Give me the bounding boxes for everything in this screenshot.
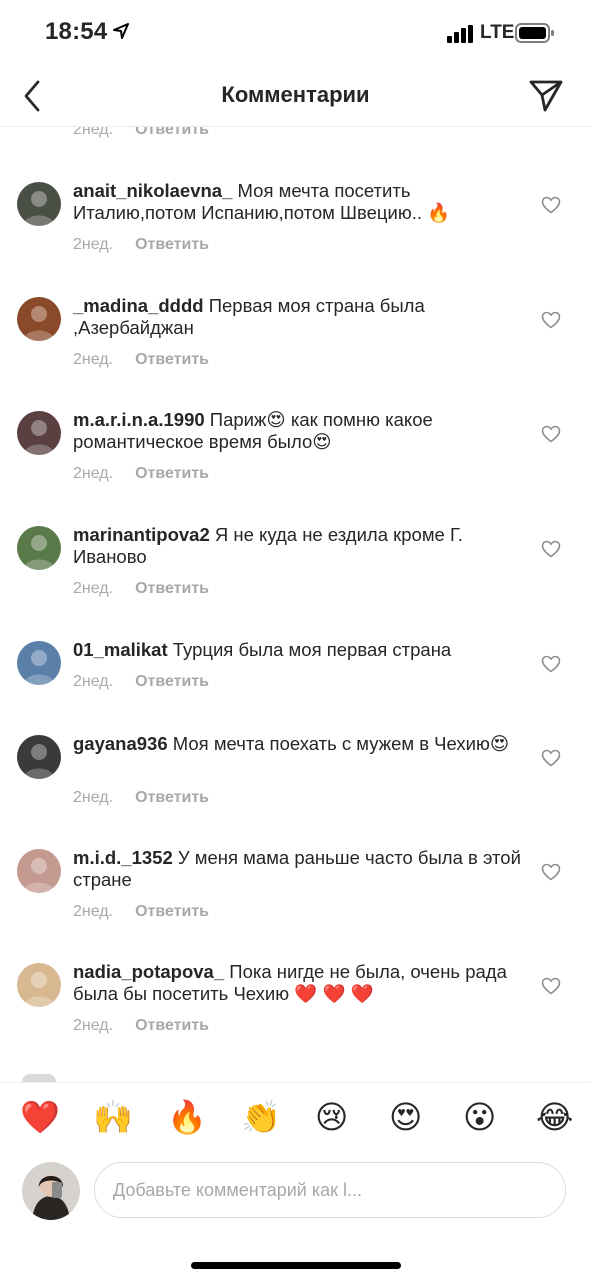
comment-text-part: 😍 bbox=[266, 409, 286, 430]
reply-button[interactable]: Ответить bbox=[135, 465, 209, 482]
comment-username[interactable]: m.i.d._1352 bbox=[73, 847, 173, 868]
my-avatar bbox=[22, 1162, 80, 1220]
comment-username[interactable]: nadia_potapova_ bbox=[73, 961, 224, 982]
avatar[interactable] bbox=[17, 297, 61, 341]
comment-meta: 2нед. Ответить bbox=[73, 673, 209, 691]
reaction-heart-eyes[interactable]: 😍 bbox=[389, 1099, 422, 1135]
avatar[interactable] bbox=[17, 411, 61, 455]
avatar[interactable] bbox=[17, 849, 61, 893]
comment-text: m.i.d._1352 У меня мама раньше часто был… bbox=[73, 847, 528, 891]
page-title: Комментарии bbox=[221, 82, 370, 107]
comment-text-part: Турция была моя первая страна bbox=[172, 639, 452, 660]
like-heart-icon[interactable] bbox=[541, 311, 561, 329]
comment-meta: 2нед. Ответить bbox=[73, 351, 209, 369]
comment-text: nadia_potapova_ Пока нигде не была, очен… bbox=[73, 961, 528, 1005]
comment-input[interactable]: Добавьте комментарий как l... bbox=[94, 1162, 566, 1218]
reaction-surprised[interactable]: 😮 bbox=[463, 1099, 496, 1135]
reply-button[interactable]: Ответить bbox=[135, 236, 209, 253]
quick-reactions-bar: ❤️ 🙌 🔥 👏 😢 😍 😮 😂 bbox=[0, 1082, 591, 1157]
comment-time: 2нед. bbox=[73, 351, 114, 368]
reaction-raising-hands[interactable]: 🙌 bbox=[93, 1099, 133, 1135]
reply-button[interactable]: Ответить bbox=[135, 789, 209, 806]
battery-icon bbox=[515, 23, 554, 43]
comment-text-part: 😍 bbox=[489, 733, 510, 754]
comment-time: 2нед. bbox=[73, 127, 114, 138]
comment-meta: 2нед. Ответить bbox=[73, 789, 209, 807]
comment-meta: 2нед. Ответить bbox=[73, 580, 209, 598]
avatar[interactable] bbox=[17, 526, 61, 570]
comment-meta: 2нед. Ответить bbox=[73, 236, 209, 254]
comment-meta: 2нед. Ответить bbox=[73, 465, 209, 483]
comment-time: 2нед. bbox=[73, 465, 114, 482]
avatar[interactable] bbox=[17, 182, 61, 226]
comment-input-placeholder: Добавьте комментарий как l... bbox=[113, 1180, 363, 1200]
avatar[interactable] bbox=[17, 735, 61, 779]
comment-text-part: Париж bbox=[209, 409, 267, 430]
comment-text-part: ❤️ bbox=[294, 983, 318, 1004]
like-heart-icon[interactable] bbox=[541, 749, 561, 767]
comment-text-part: ❤️ bbox=[322, 983, 346, 1004]
comment-text-part: Моя мечта поехать с мужем в Чехию bbox=[172, 733, 490, 754]
like-heart-icon[interactable] bbox=[541, 196, 561, 214]
avatar[interactable] bbox=[17, 641, 61, 685]
reaction-cry[interactable]: 😢 bbox=[315, 1099, 348, 1135]
reply-button[interactable]: Ответить bbox=[135, 673, 209, 690]
comment-text: _madina_dddd Первая моя страна была ,Азе… bbox=[73, 295, 528, 339]
like-heart-icon[interactable] bbox=[541, 425, 561, 443]
comment-time: 2нед. bbox=[73, 580, 114, 597]
reaction-laugh[interactable]: 😂 bbox=[536, 1099, 573, 1135]
comment-text: marinantipova2 Я не куда не ездила кроме… bbox=[73, 524, 528, 568]
nav-bar: Комментарии bbox=[0, 66, 591, 126]
avatar bbox=[22, 1074, 56, 1082]
reply-button[interactable]: Ответить bbox=[135, 1017, 209, 1034]
comment-username[interactable]: 01_malikat bbox=[73, 639, 168, 660]
comment-text: m.a.r.i.n.a.1990 Париж😍 как помню какое … bbox=[73, 409, 528, 453]
comment-text: anait_nikolaevna_ Моя мечта посетить Ита… bbox=[73, 180, 528, 224]
comment-text-part: 🔥 bbox=[427, 202, 451, 223]
comment-meta: 2нед. Ответить bbox=[73, 127, 209, 139]
comments-list[interactable]: 2нед. Ответить anait_nikolaevna_ Моя мечт… bbox=[0, 127, 591, 1080]
comment-username[interactable]: _madina_dddd bbox=[73, 295, 204, 316]
like-heart-icon[interactable] bbox=[541, 977, 561, 995]
comment-time: 2нед. bbox=[73, 789, 114, 806]
signal-icon bbox=[447, 25, 473, 43]
comment-text: gayana936 Моя мечта поехать с мужем в Че… bbox=[73, 733, 528, 755]
comment-time: 2нед. bbox=[73, 903, 114, 920]
comment-time: 2нед. bbox=[73, 1017, 114, 1034]
comment-meta: 2нед. Ответить bbox=[73, 1017, 209, 1035]
reaction-fire[interactable]: 🔥 bbox=[167, 1099, 207, 1135]
like-heart-icon[interactable] bbox=[541, 655, 561, 673]
comment-text: 01_malikat Турция была моя первая страна bbox=[73, 639, 528, 661]
comment-meta: 2нед. Ответить bbox=[73, 903, 209, 921]
status-bar: 18:54 LTE bbox=[0, 0, 591, 66]
comment-time: 2нед. bbox=[73, 236, 114, 253]
reaction-clap[interactable]: 👏 bbox=[241, 1099, 281, 1135]
comment-username[interactable]: gayana936 bbox=[73, 733, 168, 754]
comment-time: 2нед. bbox=[73, 673, 114, 690]
like-heart-icon[interactable] bbox=[541, 540, 561, 558]
comment-username[interactable]: marinantipova2 bbox=[73, 524, 210, 545]
direct-send-icon[interactable] bbox=[528, 78, 564, 114]
comment-text-part: 😍 bbox=[312, 431, 332, 452]
status-time: 18:54 bbox=[45, 18, 108, 45]
avatar[interactable] bbox=[17, 963, 61, 1007]
reply-button[interactable]: Ответить bbox=[135, 903, 209, 920]
reply-button[interactable]: Ответить bbox=[135, 351, 209, 368]
network-type: LTE bbox=[480, 22, 515, 43]
home-indicator[interactable] bbox=[191, 1262, 401, 1269]
reply-button[interactable]: Ответить bbox=[135, 127, 209, 138]
like-heart-icon[interactable] bbox=[541, 863, 561, 881]
comment-composer: Добавьте комментарий как l... bbox=[0, 1156, 591, 1236]
comment-text-part: ❤️ bbox=[350, 983, 374, 1004]
comment-username[interactable]: m.a.r.i.n.a.1990 bbox=[73, 409, 205, 430]
reply-button[interactable]: Ответить bbox=[135, 580, 209, 597]
location-arrow-icon bbox=[113, 23, 129, 39]
comment-username[interactable]: anait_nikolaevna_ bbox=[73, 180, 232, 201]
reaction-heart[interactable]: ❤️ bbox=[20, 1099, 60, 1135]
